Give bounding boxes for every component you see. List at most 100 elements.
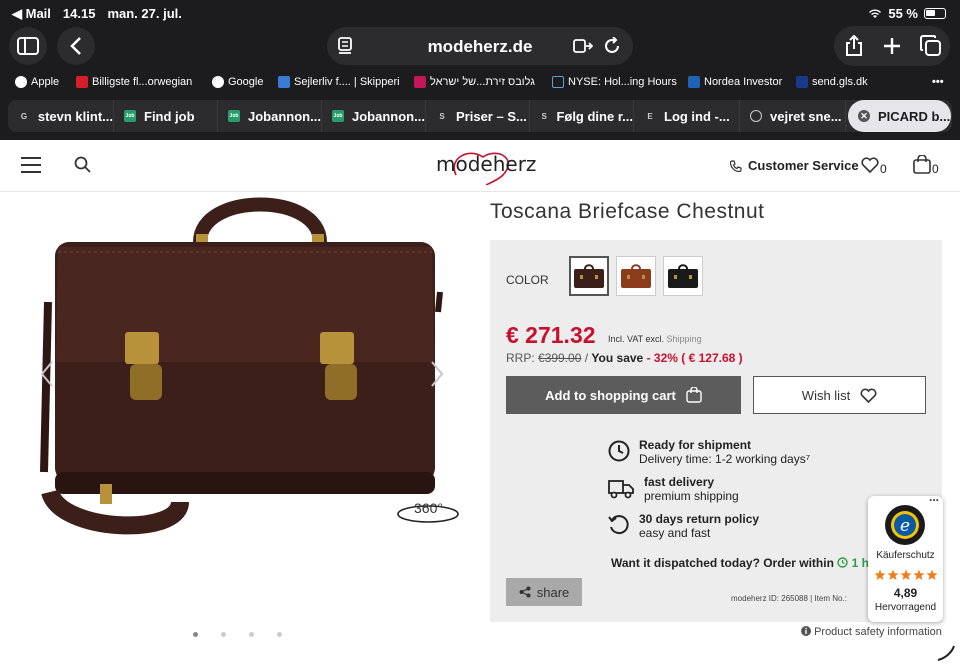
globes-icon (414, 76, 426, 88)
bookmark-norwegian[interactable]: Billigste fl...orwegian (76, 76, 192, 88)
feature-fast-delivery: fast delivery premium shipping (644, 475, 739, 503)
cart-bag-icon (686, 387, 702, 403)
tab-jobannonce-1[interactable]: Job Jobannon... (218, 100, 322, 132)
nyse-icon (552, 76, 564, 88)
badge-menu-icon[interactable]: ... (929, 490, 939, 504)
feature-return-policy: 30 days return policy easy and fast (639, 512, 760, 540)
status-bar: ◀ Mail 14.15 man. 27. jul. 55 % (0, 0, 960, 26)
bookmark-apple[interactable]: Apple (15, 76, 59, 88)
save-value: - 32% ( € 127.68 ) (646, 351, 743, 365)
sidebar-icon (17, 37, 39, 55)
hamburger-menu-icon[interactable] (21, 156, 41, 174)
add-to-cart-button[interactable]: Add to shopping cart (506, 376, 741, 414)
address-bar[interactable]: modeherz.de (327, 27, 633, 65)
page-icon (278, 76, 290, 88)
vat-note: Incl. VAT excl. Shipping (608, 334, 702, 344)
shopping-bag-icon[interactable] (913, 155, 931, 174)
bag-thumbnail-icon (574, 264, 604, 288)
bag-thumbnail-icon (621, 264, 651, 288)
site-header: modeherz Customer Service 0 0 (0, 140, 960, 192)
reload-icon[interactable] (603, 37, 621, 55)
bookmark-google[interactable]: Google (212, 76, 263, 88)
rrp-value: €399.00 (538, 351, 582, 365)
translate-icon[interactable] (573, 37, 593, 55)
tab-picard[interactable]: ✕ PICARD b... (848, 100, 952, 132)
status-time: 14.15 (62, 6, 96, 21)
job-favicon-icon: Job (332, 110, 344, 122)
carousel-dot[interactable] (277, 632, 282, 637)
bag-thumbnail-icon (668, 264, 698, 288)
bookmark-nyse[interactable]: NYSE: Hol...ing Hours (552, 76, 677, 88)
site-logo[interactable]: modeherz (436, 152, 536, 176)
close-tab-icon[interactable]: ✕ (858, 110, 870, 122)
carousel-dot[interactable] (193, 632, 198, 637)
new-tab-icon[interactable] (883, 37, 901, 55)
color-swatch-brown[interactable] (616, 256, 656, 296)
bookmarks-more-icon[interactable]: ••• (932, 76, 944, 88)
svg-text:e: e (900, 516, 910, 536)
browser-chrome: ◀ Mail 14.15 man. 27. jul. 55 % modeherz… (0, 0, 960, 140)
tab-favicon-icon: G (20, 111, 28, 121)
tabs-overview-icon[interactable] (920, 35, 942, 57)
bookmark-sejlerliv[interactable]: Sejlerliv f.... | Skipperi (278, 76, 400, 88)
color-swatch-black[interactable] (663, 256, 703, 296)
badge-rating-text: Hervorragend (874, 602, 937, 613)
browser-toolbar: modeherz.de (0, 26, 960, 66)
norwegian-icon (76, 76, 88, 88)
job-favicon-icon: Job (228, 110, 240, 122)
back-to-mail[interactable]: ◀ Mail (12, 6, 51, 22)
info-icon (801, 626, 811, 636)
trusted-shops-badge[interactable]: ... e Käuferschutz 4,89 Hervorragend (868, 490, 943, 622)
trusted-shops-seal-icon: e (885, 505, 925, 545)
share-sheet-icon[interactable] (844, 35, 864, 57)
cart-count: 0 (932, 162, 939, 176)
rrp-line: RRP: €399.00 / You save - 32% ( € 127.68… (506, 351, 743, 365)
share-button[interactable]: share (506, 578, 582, 606)
tab-stevn-klint[interactable]: Gstevn klint... (8, 100, 114, 132)
tab-find-job[interactable]: Job Find job (114, 100, 218, 132)
google-icon (212, 76, 224, 88)
heart-icon (860, 388, 877, 403)
carousel-dot[interactable] (221, 632, 226, 637)
search-icon[interactable] (74, 156, 92, 174)
tab-log-ind[interactable]: E Log ind -... (634, 100, 740, 132)
wish-list-button[interactable]: Wish list (753, 376, 926, 414)
job-favicon-icon: Job (124, 110, 136, 122)
color-swatch-chestnut[interactable] (569, 256, 609, 296)
tab-folg-dine[interactable]: S Følg dine r... (530, 100, 634, 132)
bookmark-nordea[interactable]: Nordea Investor (688, 76, 782, 88)
sidebar-toggle-button[interactable] (9, 27, 47, 65)
bookmark-globes[interactable]: גלובס זירת...של ישראל (414, 76, 535, 88)
delivery-truck-icon (608, 480, 634, 499)
return-icon (608, 515, 629, 535)
tab-priser[interactable]: S Priser – S... (426, 100, 530, 132)
wifi-icon (869, 9, 882, 18)
tab-vejret[interactable]: vejret sne... (740, 100, 846, 132)
color-label: COLOR (506, 273, 549, 287)
badge-label: Käuferschutz (876, 550, 935, 561)
nordea-icon (688, 76, 700, 88)
tab-bar: Gstevn klint... Job Find job Job Jobannon.… (8, 100, 952, 132)
product-gallery[interactable]: 360° (0, 192, 480, 652)
tab-favicon-icon: E (647, 111, 653, 121)
shipping-link[interactable]: Shipping (667, 334, 702, 344)
feature-ready-shipment: Ready for shipment Delivery time: 1-2 wo… (639, 438, 811, 466)
gls-icon (796, 76, 808, 88)
you-save-label: You save (591, 351, 644, 365)
rotate-360-label[interactable]: 360° (414, 500, 443, 516)
tab-jobannonce-2[interactable]: Job Jobannon... (322, 100, 426, 132)
product-safety-link[interactable]: Product safety information (801, 626, 942, 638)
product-ids: modeherz ID: 265088 | Item No.: (731, 594, 847, 603)
wishlist-heart-icon[interactable] (861, 157, 879, 173)
apple-icon (15, 76, 27, 88)
tab-favicon-icon: S (439, 111, 445, 121)
bookmark-gls[interactable]: send.gls.dk (796, 76, 868, 88)
dispatch-notice: Want it dispatched today? Order within 1… (611, 556, 874, 570)
carousel-dot[interactable] (249, 632, 254, 637)
battery-percent: 55 % (888, 6, 918, 21)
customer-service-link[interactable]: Customer Service (730, 158, 859, 173)
back-button[interactable] (57, 27, 95, 65)
scroll-indicator-icon (937, 645, 955, 661)
chevron-left-icon (70, 37, 81, 55)
product-image[interactable] (0, 192, 480, 652)
